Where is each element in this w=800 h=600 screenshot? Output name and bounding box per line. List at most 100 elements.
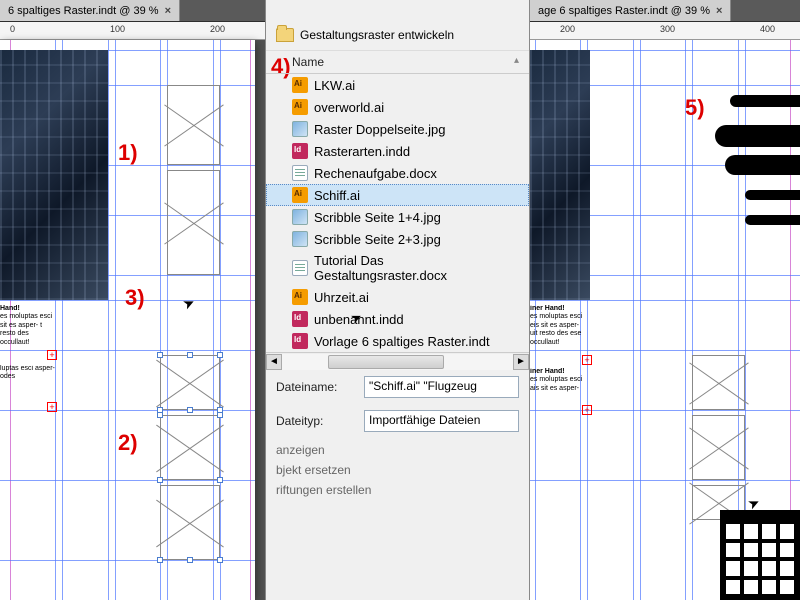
filename-field[interactable]: "Schiff.ai" "Flugzeug: [364, 376, 519, 398]
file-list[interactable]: LKW.ai overworld.ai Raster Doppelseite.jpg…: [266, 74, 529, 352]
placed-image[interactable]: [0, 50, 108, 300]
placed-graphic[interactable]: [745, 215, 800, 225]
folder-icon: [276, 28, 294, 42]
option-caption[interactable]: riftungen erstellen: [276, 480, 519, 500]
scroll-left-button[interactable]: ◄: [266, 354, 282, 370]
close-icon[interactable]: ×: [716, 5, 722, 17]
file-row[interactable]: Scribble Seite 1+4.jpg: [266, 206, 529, 228]
empty-frame[interactable]: [167, 85, 220, 165]
ruler-mark: 300: [660, 24, 675, 34]
filetype-field[interactable]: Importfähige Dateien: [364, 410, 519, 432]
right-document-panel: age 6 spaltiges Raster.indt @ 39 % × 200…: [530, 0, 800, 600]
row-guide[interactable]: [530, 300, 800, 301]
text-frame[interactable]: iner Hand! es moluptas esci eis sit es a…: [530, 305, 588, 360]
document-tab-left[interactable]: 6 spaltiges Raster.indt @ 39 % ×: [0, 0, 180, 21]
document-tab-right[interactable]: age 6 spaltiges Raster.indt @ 39 % ×: [530, 0, 731, 21]
jpg-file-icon: [292, 121, 308, 137]
empty-frame[interactable]: [692, 415, 745, 480]
placed-graphic[interactable]: [725, 155, 800, 175]
ai-file-icon: [292, 77, 308, 93]
left-document-panel: 6 spaltiges Raster.indt @ 39 % × 0 100 2…: [0, 0, 265, 600]
indt-file-icon: [292, 333, 308, 349]
scrollbar-track[interactable]: [282, 354, 513, 370]
text-body: luptas esci asper- odes: [0, 365, 55, 380]
text-frame[interactable]: Hand! es moluptas esci sit es asper- t r…: [0, 305, 55, 355]
file-row[interactable]: overworld.ai: [266, 96, 529, 118]
cursor-icon: ➤: [180, 293, 198, 313]
placed-image[interactable]: [530, 50, 590, 300]
overset-indicator[interactable]: +: [47, 350, 57, 360]
column-guide[interactable]: [640, 40, 641, 600]
docx-file-icon: [292, 260, 308, 276]
file-row[interactable]: Rechenaufgabe.docx: [266, 162, 529, 184]
placed-graphic[interactable]: [715, 125, 800, 147]
scroll-right-button[interactable]: ►: [513, 354, 529, 370]
scrollbar-thumb[interactable]: [328, 355, 444, 369]
file-name: Rasterarten.indd: [314, 144, 410, 159]
tab-bar-right: age 6 spaltiges Raster.indt @ 39 % ×: [530, 0, 800, 22]
file-row[interactable]: Raster Doppelseite.jpg: [266, 118, 529, 140]
text-body: es moluptas esci sit es asper- t resto d…: [0, 313, 52, 345]
file-row[interactable]: Tutorial Das Gestaltungsraster.docx: [266, 250, 529, 286]
import-options: anzeigen bjekt ersetzen riftungen erstel…: [266, 438, 529, 502]
overset-indicator[interactable]: +: [582, 405, 592, 415]
column-guide[interactable]: [220, 40, 221, 600]
overset-indicator[interactable]: +: [582, 355, 592, 365]
file-row[interactable]: Rasterarten.indd: [266, 140, 529, 162]
close-icon[interactable]: ×: [165, 5, 171, 17]
docx-file-icon: [292, 165, 308, 181]
horizontal-ruler-right[interactable]: 200 300 400: [530, 22, 800, 40]
file-row[interactable]: unbenannt.indd: [266, 308, 529, 330]
file-name: Scribble Seite 2+3.jpg: [314, 232, 441, 247]
annotation-5: 5): [685, 95, 705, 121]
option-show[interactable]: anzeigen: [276, 440, 519, 460]
margin-guide[interactable]: [250, 40, 251, 600]
ruler-mark: 0: [10, 24, 15, 34]
placed-graphic[interactable]: [745, 190, 800, 200]
folder-path-bar[interactable]: Gestaltungsraster entwickeln: [266, 20, 529, 51]
column-guide[interactable]: [633, 40, 634, 600]
file-name: Tutorial Das Gestaltungsraster.docx: [314, 253, 519, 283]
horizontal-scrollbar[interactable]: ◄ ►: [266, 352, 529, 370]
overset-indicator[interactable]: +: [47, 402, 57, 412]
option-replace[interactable]: bjekt ersetzen: [276, 460, 519, 480]
tab-title: 6 spaltiges Raster.indt @ 39 %: [8, 5, 159, 17]
annotation-2: 2): [118, 430, 138, 456]
file-name: overworld.ai: [314, 100, 384, 115]
selected-frame[interactable]: [160, 355, 220, 410]
text-heading: Hand!: [0, 305, 55, 313]
document-canvas-left[interactable]: Hand! es moluptas esci sit es asper- t r…: [0, 40, 255, 600]
text-heading: iner Hand!: [530, 368, 588, 376]
file-row[interactable]: Uhrzeit.ai: [266, 286, 529, 308]
text-body: es moluptas esci ais sit es asper-: [530, 376, 582, 391]
empty-frame[interactable]: [692, 355, 745, 410]
jpg-file-icon: [292, 209, 308, 225]
file-row[interactable]: LKW.ai: [266, 74, 529, 96]
filename-label: Dateiname:: [276, 380, 356, 394]
column-header[interactable]: Name ▴: [266, 51, 529, 74]
selected-frame[interactable]: [160, 485, 220, 560]
file-row[interactable]: Scribble Seite 2+3.jpg: [266, 228, 529, 250]
file-row[interactable]: Vorlage 6 spaltiges Raster.indt: [266, 330, 529, 352]
file-name: Scribble Seite 1+4.jpg: [314, 210, 441, 225]
column-guide[interactable]: [685, 40, 686, 600]
document-canvas-right[interactable]: iner Hand! es moluptas esci eis sit es a…: [530, 40, 800, 600]
row-guide[interactable]: [530, 480, 800, 481]
column-guide[interactable]: [108, 40, 109, 600]
file-row[interactable]: Schiff.ai: [266, 184, 529, 206]
annotation-3: 3): [125, 285, 145, 311]
horizontal-ruler-left[interactable]: 0 100 200: [0, 22, 265, 40]
file-name: Uhrzeit.ai: [314, 290, 369, 305]
column-guide[interactable]: [115, 40, 116, 600]
indd-file-icon: [292, 311, 308, 327]
placed-graphic[interactable]: [730, 95, 800, 107]
ai-file-icon: [292, 187, 308, 203]
indd-file-icon: [292, 143, 308, 159]
selected-frame[interactable]: [160, 415, 220, 480]
folder-name: Gestaltungsraster entwickeln: [300, 28, 454, 42]
text-frame[interactable]: iner Hand! es moluptas esci ais sit es a…: [530, 368, 588, 413]
filename-row: Dateiname: "Schiff.ai" "Flugzeug: [266, 370, 529, 404]
place-file-dialog: Gestaltungsraster entwickeln 4) Name ▴ L…: [265, 0, 530, 600]
empty-frame[interactable]: [167, 170, 220, 275]
sort-arrow-icon[interactable]: ▴: [514, 55, 519, 69]
